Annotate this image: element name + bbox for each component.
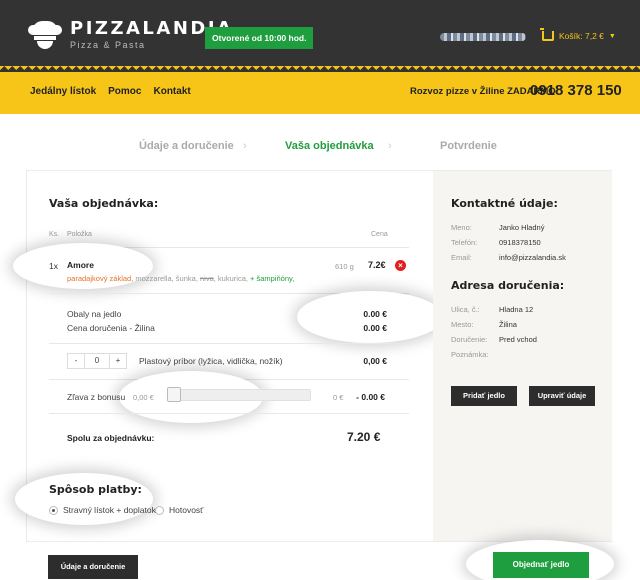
cart-button[interactable]: Košík: 7,2 € ▼ bbox=[540, 28, 616, 41]
blurred-user-info bbox=[440, 33, 526, 41]
packaging-value: 0.00 € bbox=[363, 309, 387, 319]
item-ingredients: paradajkový základ, mozzarella, šunka, n… bbox=[67, 274, 295, 283]
top-header: PIZZALANDIA Pizza & Pasta Otvorené od 10… bbox=[0, 0, 640, 72]
item-price: 7.2€ bbox=[368, 260, 386, 270]
total-label: Spolu za objednávku: bbox=[67, 433, 155, 443]
cutlery-stepper: - 0 + bbox=[67, 353, 127, 369]
chevron-right-icon: › bbox=[388, 140, 392, 152]
customer-info: Kontaktné údaje: Meno: Janko Hladný Telef… bbox=[433, 171, 612, 541]
bonus-slider-track[interactable] bbox=[167, 389, 311, 401]
radio-icon bbox=[155, 505, 164, 515]
bonus-slider-handle[interactable] bbox=[167, 387, 181, 402]
nav-item-help[interactable]: Pomoc bbox=[108, 86, 141, 97]
col-qty: Ks. bbox=[49, 231, 60, 238]
increment-button[interactable]: + bbox=[109, 353, 127, 369]
nav-item-contact[interactable]: Kontakt bbox=[153, 86, 190, 97]
payment-option-cash[interactable]: Hotovosť bbox=[155, 505, 203, 515]
order-summary: Vaša objednávka: Ks. Položka Cena 1x Amo… bbox=[13, 171, 443, 541]
packaging-label: Obaly na jedlo bbox=[67, 309, 122, 319]
payment-title: Spôsob platby: bbox=[49, 483, 142, 496]
cutlery-label: Plastový príbor (lyžica, vidlička, nožík… bbox=[139, 356, 283, 366]
chef-hat-icon bbox=[28, 21, 62, 49]
remove-item-icon[interactable]: × bbox=[395, 260, 406, 271]
place-order-button[interactable]: Objednať jedlo bbox=[493, 552, 589, 578]
cutlery-qty-input[interactable]: 0 bbox=[85, 353, 109, 369]
delivery-fee-label: Cena doručenia - Žilina bbox=[67, 323, 155, 333]
cutlery-value: 0,00 € bbox=[363, 356, 387, 366]
step-confirm: Potvrdenie bbox=[440, 140, 497, 152]
address-title: Adresa doručenia: bbox=[451, 279, 565, 292]
item-weight: 610 g bbox=[335, 262, 354, 271]
phone-number[interactable]: 0918 378 150 bbox=[530, 82, 622, 99]
decrement-button[interactable]: - bbox=[67, 353, 85, 369]
zigzag-divider bbox=[0, 66, 640, 74]
add-food-button[interactable]: Pridať jedlo bbox=[451, 386, 517, 406]
bonus-min: 0,00 € bbox=[133, 393, 154, 402]
col-item: Položka bbox=[67, 231, 92, 238]
edit-info-button[interactable]: Upraviť údaje bbox=[529, 386, 595, 406]
bonus-label: Zľava z bonusu bbox=[67, 392, 126, 402]
opening-hours-badge: Otvorené od 10:00 hod. bbox=[205, 27, 314, 49]
contact-title: Kontaktné údaje: bbox=[451, 197, 558, 210]
step-order: Vaša objednávka bbox=[285, 140, 374, 152]
order-panel: Vaša objednávka: Ks. Položka Cena 1x Amo… bbox=[13, 170, 612, 542]
item-qty: 1x bbox=[49, 261, 58, 271]
payment-option-meal-voucher[interactable]: Stravný lístok + doplatok bbox=[49, 505, 156, 515]
main-nav: Jedálny lístok Pomoc Kontakt bbox=[30, 86, 191, 97]
step-details[interactable]: Údaje a doručenie bbox=[139, 140, 234, 152]
col-price: Cena bbox=[371, 231, 388, 238]
total-value: 7.20 € bbox=[347, 430, 381, 444]
bonus-value: - 0.00 € bbox=[356, 392, 385, 402]
logo[interactable]: PIZZALANDIA Pizza & Pasta bbox=[28, 20, 233, 50]
bonus-max: 0 € bbox=[333, 393, 344, 402]
item-name: Amore bbox=[67, 260, 94, 270]
radio-selected-icon bbox=[49, 505, 58, 515]
order-title: Vaša objednávka: bbox=[49, 197, 159, 210]
cart-icon bbox=[540, 28, 554, 41]
nav-item-menu[interactable]: Jedálny lístok bbox=[30, 86, 96, 97]
back-to-details-button[interactable]: Údaje a doručenie bbox=[48, 555, 138, 579]
chevron-down-icon: ▼ bbox=[608, 32, 616, 40]
delivery-fee-value: 0.00 € bbox=[363, 323, 387, 333]
chevron-right-icon: › bbox=[243, 140, 247, 152]
cart-label: Košík: 7,2 € bbox=[559, 31, 604, 41]
